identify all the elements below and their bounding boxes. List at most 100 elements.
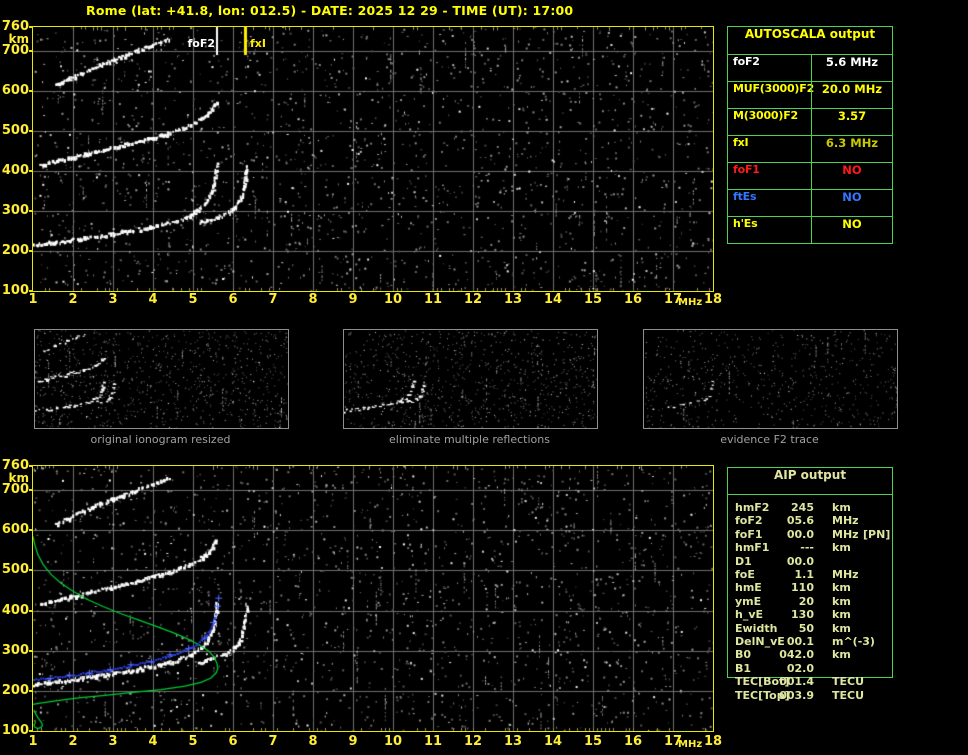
y-tick-label: 400 — [1, 163, 29, 178]
autoscala-row-value: NO — [811, 163, 892, 190]
autoscala-row-label: M(3000)F2 — [728, 109, 811, 136]
aip-param-name: B0 — [735, 648, 752, 662]
x-tick-label: 4 — [148, 734, 158, 749]
y-tick-label: 600 — [1, 83, 29, 98]
thumb-caption-eliminate: eliminate multiple reflections — [389, 433, 550, 446]
aip-param-unit: MHz — [832, 527, 859, 541]
x-tick-label: 8 — [308, 734, 318, 749]
aip-param-name: foF2 — [735, 514, 763, 528]
aip-param-value: 245 — [791, 501, 814, 514]
x-tick-label: 7 — [268, 292, 278, 307]
x-tick-label: 11 — [423, 734, 443, 749]
aip-row: D1 00.0 — [728, 555, 892, 568]
thumb-caption-original: original ionogram resized — [90, 433, 231, 446]
aip-param-value: 042.0 — [779, 648, 814, 662]
aip-param-name: foE — [735, 568, 755, 581]
aip-param-unit: km — [832, 594, 851, 608]
x-tick-label: 3 — [108, 734, 118, 749]
aip-param-value: 00.1 — [786, 635, 814, 648]
y-tick-label: 500 — [1, 123, 29, 138]
aip-param-value: 02.0 — [786, 661, 814, 675]
bottom-ionogram-canvas — [33, 466, 713, 731]
x-tick-label: 4 — [148, 292, 158, 307]
aip-param-extra: [PN] — [863, 527, 891, 541]
autoscala-window: Rome (lat: +41.8, lon: 012.5) - DATE: 20… — [0, 0, 968, 755]
thumb-original-canvas — [35, 330, 288, 428]
aip-param-value: 001.4 — [779, 675, 814, 689]
autoscala-row-value: NO — [811, 217, 892, 243]
x-tick-label: 18 — [703, 734, 723, 749]
x-tick-label: 14 — [543, 292, 563, 307]
aip-param-value: 130 — [791, 608, 814, 622]
aip-param-value: 00.0 — [786, 527, 814, 541]
aip-param-name: foF1 — [735, 527, 763, 541]
autoscala-row-value: 20.0 MHz — [811, 82, 892, 109]
x-tick-label: 5 — [188, 292, 198, 307]
x-tick-label: 13 — [503, 292, 523, 307]
y-tick-label: 200 — [1, 682, 29, 698]
autoscala-row-value: 5.6 MHz — [811, 55, 892, 82]
x-tick-label: 2 — [68, 292, 78, 307]
aip-param-name: ymE — [735, 594, 762, 608]
x-tick-label: 12 — [463, 292, 483, 307]
aip-row: foF1 00.0 MHz [PN] — [728, 528, 892, 541]
fof2-marker-label: foF2 — [187, 37, 215, 50]
x-tick-label: 6 — [228, 292, 238, 307]
autoscala-row-label: foF2 — [728, 55, 811, 82]
x-tick-label: 1 — [28, 292, 38, 307]
bottom-ionogram-plot — [32, 465, 714, 732]
y-axis-unit-label: km — [8, 32, 29, 46]
y-axis-unit-label: km — [8, 471, 29, 485]
thumb-eliminate-canvas — [344, 330, 597, 428]
aip-param-unit: m^(-3) — [832, 635, 875, 648]
autoscala-table-title: AUTOSCALA output — [728, 27, 892, 55]
x-tick-label: 18 — [703, 292, 723, 307]
aip-output-table: AIP output hmF2 245 km foF2 05.6 MHz foF1 00.0 M… — [727, 467, 893, 702]
aip-param-value: 1.1 — [794, 568, 815, 581]
x-tick-label: 10 — [383, 734, 403, 749]
x-tick-label: 14 — [543, 734, 563, 749]
y-tick-label: 600 — [1, 522, 29, 538]
autoscala-row-label: h'Es — [733, 217, 758, 230]
aip-param-unit: km — [832, 501, 851, 514]
x-tick-label: 13 — [503, 734, 523, 749]
x-tick-label: 15 — [583, 734, 603, 749]
x-tick-label: 1 — [28, 734, 38, 749]
aip-table-title: AIP output — [728, 468, 892, 495]
aip-param-value: 50 — [798, 621, 814, 635]
aip-param-name: hmE — [735, 581, 762, 595]
aip-param-value: 003.9 — [779, 688, 814, 702]
aip-row: Ewidth 50 km — [728, 622, 892, 635]
x-axis-unit-label: MHz — [678, 739, 703, 750]
aip-row: hmE 110 km — [728, 581, 892, 594]
aip-param-value: --- — [800, 541, 814, 555]
page-title: Rome (lat: +41.8, lon: 012.5) - DATE: 20… — [86, 3, 574, 18]
autoscala-row-value: 3.57 — [811, 109, 892, 136]
x-tick-label: 6 — [228, 734, 238, 749]
aip-row: B0 042.0 km — [728, 648, 892, 661]
y-tick-label: 300 — [1, 642, 29, 658]
aip-row: foF2 05.6 MHz — [728, 514, 892, 527]
y-tick-label: 300 — [1, 203, 29, 218]
aip-param-value: 00.0 — [786, 554, 814, 568]
aip-param-value: 05.6 — [786, 514, 814, 528]
aip-row: DelN_vE 00.1 m^(-3) — [728, 635, 892, 648]
thumb-evidence-f2 — [643, 329, 898, 429]
thumb-evidence-canvas — [644, 330, 897, 428]
aip-param-name: B1 — [735, 661, 752, 675]
x-tick-label: 16 — [623, 292, 643, 307]
aip-row: B1 02.0 — [728, 662, 892, 675]
x-tick-label: 16 — [623, 734, 643, 749]
thumb-caption-evidence: evidence F2 trace — [720, 433, 819, 446]
aip-param-value: 20 — [798, 594, 814, 608]
autoscala-row-label: fxI — [728, 136, 811, 163]
x-tick-label: 10 — [383, 292, 403, 307]
aip-param-unit: TECU — [832, 675, 865, 689]
aip-param-unit: km — [832, 608, 851, 622]
aip-row: hmF2 245 km — [728, 501, 892, 514]
aip-row: foE 1.1 MHz — [728, 568, 892, 581]
aip-param-unit: TECU — [832, 688, 865, 702]
aip-param-name: D1 — [735, 554, 752, 568]
autoscala-row-label: MUF(3000)F2 — [728, 82, 814, 109]
x-tick-label: 11 — [423, 292, 443, 307]
